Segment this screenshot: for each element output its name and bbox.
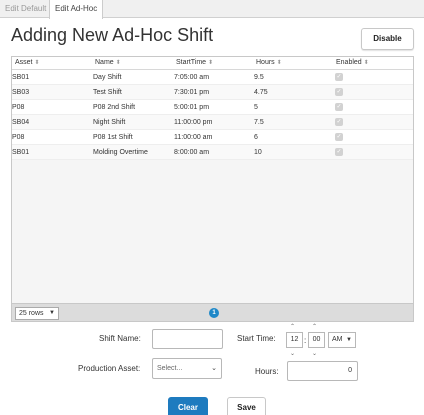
disable-button[interactable]: Disable <box>361 28 414 50</box>
shifts-grid: Asset ⬍ Name ⬍ StartTime ⬍ Hours ⬍ Enabled ⬍ … <box>11 56 414 322</box>
enabled-checkbox[interactable]: ✓ <box>335 73 343 81</box>
production-asset-label: Production Asset: <box>78 364 141 373</box>
shift-name-label: Shift Name: <box>99 334 141 343</box>
tab-bar: Edit Default Edit Ad-Hoc <box>0 0 424 19</box>
hour-decrement-icon[interactable]: ⌄ <box>290 350 295 357</box>
cell-name: P08 1st Shift <box>93 134 133 141</box>
cell-start-time: 5:00:01 pm <box>174 104 210 111</box>
cell-asset: SB01 <box>12 149 30 156</box>
table-row[interactable]: P08 P08 1st Shift 11:00:00 am 6 ✓ <box>12 130 413 145</box>
sort-icon: ⬍ <box>115 60 121 66</box>
enabled-checkbox[interactable]: ✓ <box>335 103 343 111</box>
table-row[interactable]: P08 P08 2nd Shift 5:00:01 pm 5 ✓ <box>12 100 413 115</box>
start-minute-input[interactable]: 00 <box>308 332 325 348</box>
start-time-label: Start Time: <box>237 334 276 343</box>
cell-name: Test Shift <box>93 89 122 96</box>
column-header-asset[interactable]: Asset ⬍ <box>15 59 40 66</box>
cell-name: P08 2nd Shift <box>93 104 136 111</box>
cell-hours: 4.75 <box>254 89 268 96</box>
grid-pager: 25 rows ▼ 1 <box>12 303 413 321</box>
cell-hours: 6 <box>254 134 258 141</box>
rows-per-page-select[interactable]: 25 rows ▼ <box>15 307 59 320</box>
shift-name-input[interactable] <box>152 329 223 349</box>
tab-edit-default[interactable]: Edit Default <box>0 0 51 18</box>
minute-increment-icon[interactable]: ⌃ <box>312 323 317 330</box>
cell-asset: SB03 <box>12 89 30 96</box>
column-header-enabled[interactable]: Enabled ⬍ <box>336 59 369 66</box>
enabled-checkbox[interactable]: ✓ <box>335 133 343 141</box>
time-separator: : <box>304 336 307 345</box>
enabled-checkbox[interactable]: ✓ <box>335 88 343 96</box>
cell-asset: P08 <box>12 104 25 111</box>
cell-asset: P08 <box>12 134 25 141</box>
sort-icon: ⬍ <box>34 60 40 66</box>
cell-hours: 9.5 <box>254 74 264 81</box>
cell-hours: 10 <box>254 149 262 156</box>
hour-increment-icon[interactable]: ⌃ <box>290 323 295 330</box>
hours-label: Hours: <box>255 367 279 376</box>
column-header-starttime[interactable]: StartTime ⬍ <box>176 59 213 66</box>
cell-hours: 7.5 <box>254 119 264 126</box>
ampm-select[interactable]: AM ▼ <box>328 332 356 348</box>
table-row[interactable]: SB04 Night Shift 11:00:00 pm 7.5 ✓ <box>12 115 413 130</box>
page-title: Adding New Ad-Hoc Shift <box>11 25 214 45</box>
cell-start-time: 11:00:00 am <box>174 134 213 141</box>
table-row[interactable]: SB03 Test Shift 7:30:01 pm 4.75 ✓ <box>12 85 413 100</box>
cell-start-time: 8:00:00 am <box>174 149 210 156</box>
hours-input[interactable]: 0 <box>287 361 358 381</box>
caret-down-icon: ▼ <box>346 337 352 343</box>
cell-asset: SB04 <box>12 119 30 126</box>
chevron-down-icon: ⌄ <box>211 365 217 372</box>
tab-edit-adhoc[interactable]: Edit Ad-Hoc <box>49 0 104 19</box>
cell-name: Day Shift <box>93 74 122 81</box>
sort-icon: ⬍ <box>276 60 282 66</box>
column-header-hours[interactable]: Hours ⬍ <box>256 59 282 66</box>
cell-start-time: 7:05:00 am <box>174 74 210 81</box>
sort-icon: ⬍ <box>363 60 369 66</box>
table-row[interactable]: SB01 Molding Overtime 8:00:00 am 10 ✓ <box>12 145 413 160</box>
cell-start-time: 7:30:01 pm <box>174 89 210 96</box>
cell-start-time: 11:00:00 pm <box>174 119 213 126</box>
cell-name: Night Shift <box>93 119 126 126</box>
caret-down-icon: ▼ <box>49 310 55 316</box>
enabled-checkbox[interactable]: ✓ <box>335 118 343 126</box>
enabled-checkbox[interactable]: ✓ <box>335 148 343 156</box>
column-header-name[interactable]: Name ⬍ <box>95 59 121 66</box>
grid-header: Asset ⬍ Name ⬍ StartTime ⬍ Hours ⬍ Enabled ⬍ <box>12 57 413 70</box>
clear-button[interactable]: Clear <box>168 397 208 415</box>
start-hour-input[interactable]: 12 <box>286 332 303 348</box>
production-asset-select[interactable]: Select... ⌄ <box>152 358 222 379</box>
page-number-button[interactable]: 1 <box>209 308 219 318</box>
sort-icon: ⬍ <box>208 60 214 66</box>
cell-name: Molding Overtime <box>93 149 148 156</box>
save-button[interactable]: Save <box>227 397 266 415</box>
cell-asset: SB01 <box>12 74 30 81</box>
minute-decrement-icon[interactable]: ⌄ <box>312 350 317 357</box>
cell-hours: 5 <box>254 104 258 111</box>
table-row[interactable]: SB01 Day Shift 7:05:00 am 9.5 ✓ <box>12 70 413 85</box>
